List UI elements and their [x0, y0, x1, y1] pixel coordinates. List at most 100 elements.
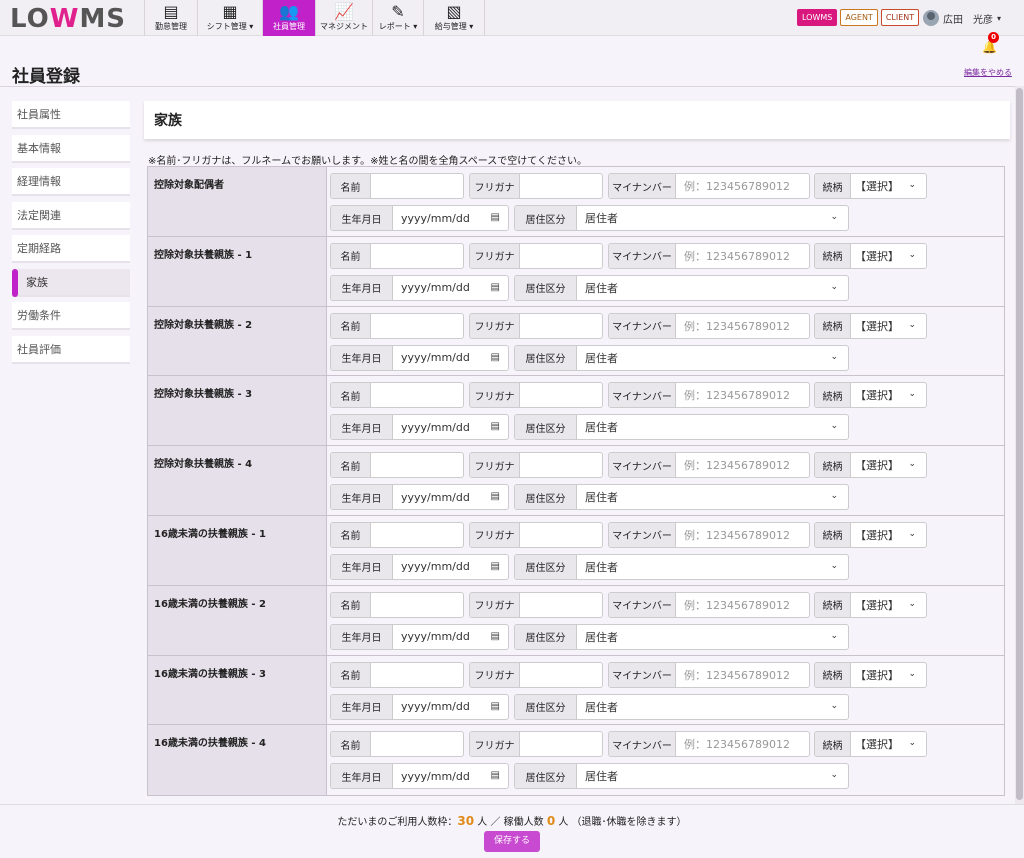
relation-select[interactable]: 【選択】 ⌄	[851, 732, 926, 756]
name-input[interactable]	[371, 593, 463, 617]
calendar-icon[interactable]: ▤	[491, 212, 500, 223]
name-input[interactable]	[371, 314, 463, 338]
kana-input[interactable]	[520, 244, 602, 268]
sidebar-item[interactable]: 家族	[12, 268, 130, 297]
client-badge[interactable]: CLIENT	[880, 9, 920, 26]
kana-label: フリガナ	[470, 732, 520, 757]
name-input[interactable]	[371, 174, 463, 198]
mynumber-input[interactable]: 例：123456789012	[676, 523, 809, 547]
mynumber-group: マイナンバー 例：123456789012	[608, 312, 810, 339]
user-menu[interactable]: 広田 光彦 ▾	[923, 10, 1001, 26]
mynumber-input[interactable]: 例：123456789012	[676, 174, 809, 198]
residence-select[interactable]: 居住者 ⌄	[577, 555, 848, 579]
relation-select[interactable]: 【選択】 ⌄	[851, 314, 926, 338]
avatar	[923, 10, 939, 26]
calendar-icon[interactable]: ▤	[491, 352, 500, 363]
chevron-down-icon: ⌄	[830, 560, 838, 571]
dob-input[interactable]: yyyy/mm/dd ▤	[393, 764, 508, 788]
residence-group: 居住区分 居住者 ⌄	[514, 414, 849, 441]
kana-label: フリガナ	[470, 383, 520, 408]
lowms-badge[interactable]: LOWMS	[797, 9, 838, 26]
kana-input[interactable]	[520, 383, 602, 407]
calendar-icon[interactable]: ▤	[491, 491, 500, 502]
mynumber-input[interactable]: 例：123456789012	[676, 593, 809, 617]
residence-select[interactable]: 居住者 ⌄	[577, 625, 848, 649]
dob-input[interactable]: yyyy/mm/dd ▤	[393, 485, 508, 509]
agent-badge[interactable]: AGENT	[840, 9, 878, 26]
name-input[interactable]	[371, 244, 463, 268]
mynumber-input[interactable]: 例：123456789012	[676, 314, 809, 338]
dob-input[interactable]: yyyy/mm/dd ▤	[393, 695, 508, 719]
residence-select[interactable]: 居住者 ⌄	[577, 695, 848, 719]
row-label: 控除対象扶養親族 - 4	[148, 446, 327, 515]
mynumber-input[interactable]: 例：123456789012	[676, 453, 809, 477]
kana-input[interactable]	[520, 314, 602, 338]
scrollbar[interactable]	[1015, 86, 1024, 804]
residence-select[interactable]: 居住者 ⌄	[577, 206, 848, 230]
notification-bell[interactable]: 🔔 0	[982, 32, 999, 54]
save-button[interactable]: 保存する	[484, 831, 540, 852]
calendar-icon[interactable]: ▤	[491, 561, 500, 572]
name-input[interactable]	[371, 523, 463, 547]
dob-input[interactable]: yyyy/mm/dd ▤	[393, 276, 508, 300]
logo[interactable]: LOWMS	[10, 4, 126, 34]
residence-select[interactable]: 居住者 ⌄	[577, 485, 848, 509]
residence-group: 居住区分 居住者 ⌄	[514, 763, 849, 790]
calendar-icon[interactable]: ▤	[491, 770, 500, 781]
dob-input[interactable]: yyyy/mm/dd ▤	[393, 415, 508, 439]
name-input[interactable]	[371, 453, 463, 477]
name-label: 名前	[331, 313, 371, 338]
residence-select[interactable]: 居住者 ⌄	[577, 764, 848, 788]
mynumber-input[interactable]: 例：123456789012	[676, 663, 809, 687]
nav-item-report[interactable]: ✎ レポート ▾	[372, 0, 424, 36]
relation-select[interactable]: 【選択】 ⌄	[851, 523, 926, 547]
calendar-icon[interactable]: ▤	[491, 701, 500, 712]
sidebar-item[interactable]: 定期経路	[12, 235, 130, 263]
name-input[interactable]	[371, 732, 463, 756]
relation-select[interactable]: 【選択】 ⌄	[851, 383, 926, 407]
nav-item-payroll[interactable]: ▧ 給与管理 ▾	[423, 0, 485, 36]
relation-select[interactable]: 【選択】 ⌄	[851, 244, 926, 268]
sidebar-item[interactable]: 社員属性	[12, 101, 130, 129]
cancel-edit-link[interactable]: 編集をやめる	[964, 67, 1012, 78]
mynumber-input[interactable]: 例：123456789012	[676, 244, 809, 268]
kana-input[interactable]	[520, 453, 602, 477]
dob-input[interactable]: yyyy/mm/dd ▤	[393, 206, 508, 230]
calendar-icon[interactable]: ▤	[491, 282, 500, 293]
kana-input[interactable]	[520, 593, 602, 617]
mynumber-input[interactable]: 例：123456789012	[676, 383, 809, 407]
dob-input[interactable]: yyyy/mm/dd ▤	[393, 625, 508, 649]
kana-input[interactable]	[520, 732, 602, 756]
residence-select[interactable]: 居住者 ⌄	[577, 276, 848, 300]
relation-select[interactable]: 【選択】 ⌄	[851, 174, 926, 198]
relation-select[interactable]: 【選択】 ⌄	[851, 663, 926, 687]
residence-select[interactable]: 居住者 ⌄	[577, 346, 848, 370]
dob-group: 生年月日 yyyy/mm/dd ▤	[330, 205, 509, 231]
nav-item-calendar[interactable]: ▦ シフト管理 ▾	[197, 0, 263, 36]
calendar-icon[interactable]: ▤	[491, 631, 500, 642]
sidebar-item[interactable]: 労働条件	[12, 302, 130, 330]
dob-group: 生年月日 yyyy/mm/dd ▤	[330, 414, 509, 441]
residence-group: 居住区分 居住者 ⌄	[514, 693, 849, 720]
sidebar-item[interactable]: 経理情報	[12, 168, 130, 196]
nav-item-chart[interactable]: 📈 マネジメント	[315, 0, 373, 36]
relation-select[interactable]: 【選択】 ⌄	[851, 593, 926, 617]
sidebar-item[interactable]: 社員評価	[12, 335, 130, 364]
nav-item-users[interactable]: 👥 社員管理	[262, 0, 316, 36]
name-input[interactable]	[371, 383, 463, 407]
scrollbar-thumb[interactable]	[1016, 88, 1023, 800]
name-input[interactable]	[371, 663, 463, 687]
sidebar-item[interactable]: 法定関連	[12, 201, 130, 230]
kana-input[interactable]	[520, 174, 602, 198]
mynumber-input[interactable]: 例：123456789012	[676, 732, 809, 756]
relation-select[interactable]: 【選択】 ⌄	[851, 453, 926, 477]
dob-input[interactable]: yyyy/mm/dd ▤	[393, 346, 508, 370]
residence-select[interactable]: 居住者 ⌄	[577, 415, 848, 439]
nav-item-clipboard[interactable]: ▤ 勤怠管理	[144, 0, 198, 36]
kana-input[interactable]	[520, 523, 602, 547]
calendar-icon[interactable]: ▤	[491, 421, 500, 432]
row-label: 控除対象扶養親族 - 1	[148, 236, 327, 306]
kana-input[interactable]	[520, 663, 602, 687]
sidebar-item[interactable]: 基本情報	[12, 134, 130, 163]
dob-input[interactable]: yyyy/mm/dd ▤	[393, 555, 508, 579]
